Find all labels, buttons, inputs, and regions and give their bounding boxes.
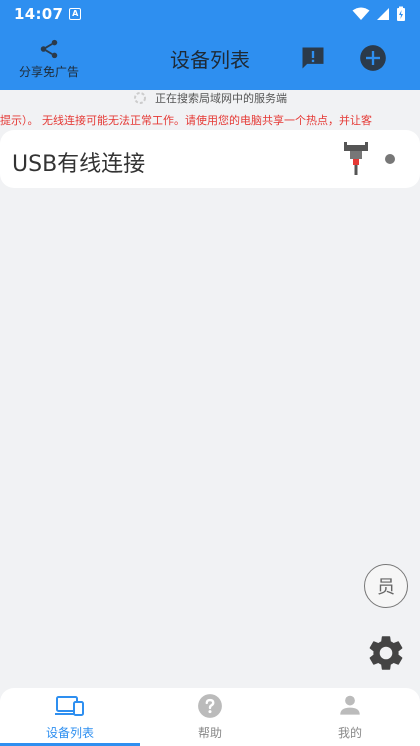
devices-icon	[55, 696, 84, 716]
wifi-icon	[352, 7, 370, 20]
loading-spinner-icon	[134, 92, 146, 104]
tab-label: 设备列表	[45, 726, 94, 740]
device-name: USB有线连接	[12, 152, 146, 177]
connection-status-dot	[385, 154, 395, 164]
tab-label: 我的	[337, 726, 362, 740]
tab-device-list[interactable]: 设备列表	[0, 688, 140, 746]
search-status: 正在搜索局域网中的服务端	[0, 88, 420, 108]
vip-label: 员	[377, 577, 395, 598]
feedback-icon[interactable]	[299, 44, 327, 72]
status-bar: 14:07 A	[0, 0, 420, 28]
tab-label: 帮助	[197, 726, 222, 740]
share-label: 分享免广告	[18, 65, 79, 79]
battery-charging-icon	[397, 6, 405, 21]
status-time: 14:07	[14, 5, 64, 23]
vip-button[interactable]: 员	[364, 564, 408, 608]
gear-icon[interactable]	[365, 632, 407, 674]
tab-profile[interactable]: 我的	[280, 688, 420, 746]
notification-badge: A	[69, 8, 82, 20]
add-circle-icon[interactable]	[359, 44, 387, 72]
tab-help[interactable]: 帮助	[140, 688, 280, 746]
person-icon	[340, 695, 360, 715]
usb-cable-icon	[344, 142, 368, 175]
notice-marquee: 提示）。 无线连接可能无法正常工作。请使用您的电脑共享一个热点，并让客	[0, 110, 420, 128]
device-card-usb[interactable]: USB有线连接	[0, 130, 420, 188]
notice-text: 提示）。 无线连接可能无法正常工作。请使用您的电脑共享一个热点，并让客	[0, 114, 372, 127]
status-icons	[352, 6, 406, 22]
bottom-tab-bar: 设备列表 帮助 我的	[0, 688, 420, 746]
search-status-text: 正在搜索局域网中的服务端	[155, 92, 287, 105]
share-button[interactable]: 分享免广告	[10, 36, 88, 82]
signal-icon	[377, 8, 389, 20]
app-bar: 分享免广告 设备列表	[0, 28, 420, 90]
page-title: 设备列表	[170, 48, 250, 72]
help-icon	[198, 694, 222, 718]
share-icon	[40, 39, 58, 59]
